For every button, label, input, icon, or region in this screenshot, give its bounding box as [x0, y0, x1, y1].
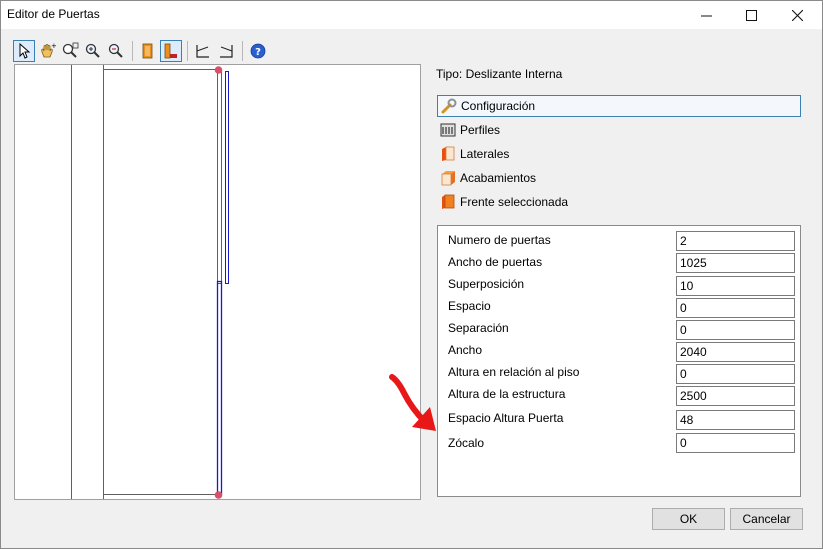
door-front-icon	[142, 43, 153, 59]
zoom-in-tool-button[interactable]	[82, 40, 104, 62]
superposicion-field[interactable]	[676, 276, 795, 296]
frame-left-tool-button[interactable]	[192, 40, 214, 62]
toolbar-separator	[187, 41, 188, 61]
cursor-arrow-icon	[19, 43, 31, 59]
zoom-window-icon	[62, 42, 79, 58]
wrench-icon	[440, 97, 458, 115]
window-title: Editor de Puertas	[7, 7, 100, 21]
bottom-marker-icon	[214, 491, 223, 499]
espacio-altura-puerta-field[interactable]	[676, 410, 795, 430]
view-front-tool-button[interactable]	[137, 40, 159, 62]
close-icon[interactable]	[775, 1, 820, 29]
zocalo-field[interactable]	[676, 433, 795, 453]
frame-right-tool-button[interactable]	[215, 40, 237, 62]
door-drawing-canvas[interactable]	[14, 64, 421, 500]
help-tool-button[interactable]: ?	[247, 40, 269, 62]
panel-item-configuracion[interactable]: Configuración	[437, 95, 801, 117]
property-label: Altura de la estructura	[448, 387, 566, 401]
panel-item-laterales[interactable]: Laterales	[437, 143, 801, 165]
svg-text:?: ?	[255, 47, 261, 58]
property-label: Zócalo	[448, 436, 485, 450]
property-label: Ancho	[448, 343, 483, 357]
ok-button[interactable]: OK	[652, 508, 725, 530]
titlebar: Editor de Puertas	[1, 1, 822, 29]
panel-item-label: Laterales	[460, 147, 510, 161]
side-panel-icon	[439, 145, 457, 163]
altura-estructura-field[interactable]	[676, 386, 795, 406]
profiles-icon	[439, 121, 457, 139]
door-section-icon	[164, 43, 177, 59]
numero-de-puertas-field[interactable]	[676, 231, 795, 251]
ancho-field[interactable]	[676, 342, 795, 362]
property-label: Ancho de puertas	[448, 255, 543, 269]
door-type-label: Tipo: Deslizante Interna	[436, 67, 563, 81]
finish-icon	[439, 169, 457, 187]
cancel-button[interactable]: Cancelar	[730, 508, 803, 530]
separacion-field[interactable]	[676, 320, 795, 340]
property-label: Superposición	[448, 277, 525, 291]
help-icon: ?	[250, 43, 266, 59]
panel-item-perfiles[interactable]: Perfiles	[437, 119, 801, 141]
annotation-arrow-icon	[389, 374, 436, 431]
panel-item-label: Acabamientos	[460, 171, 537, 185]
pan-tool-button[interactable]: +	[36, 40, 58, 62]
minimize-icon[interactable]	[684, 1, 729, 29]
property-label: Altura en relación al piso	[448, 365, 580, 379]
toolbar-separator	[242, 41, 243, 61]
zoom-out-tool-button[interactable]	[105, 40, 127, 62]
front-selected-icon	[439, 193, 457, 211]
door-drawing	[71, 65, 229, 499]
ancho-de-puertas-field[interactable]	[676, 253, 795, 273]
panel-item-acabamientos[interactable]: Acabamientos	[437, 167, 801, 189]
zoom-in-icon	[85, 43, 100, 58]
panel-item-label: Configuración	[461, 99, 536, 113]
property-label: Separación	[448, 321, 509, 335]
property-label: Espacio	[448, 299, 491, 313]
property-label: Espacio Altura Puerta	[448, 411, 564, 425]
hand-pan-icon: +	[41, 42, 56, 58]
properties-panel: Numero de puertas Ancho de puertas Super…	[437, 225, 801, 497]
toolbar-separator	[132, 41, 133, 61]
select-tool-button[interactable]	[13, 40, 35, 62]
door-editor-window: Editor de Puertas + ? Tipo: Deslizante I…	[0, 0, 823, 549]
espacio-field[interactable]	[676, 298, 795, 318]
zoom-window-tool-button[interactable]	[59, 40, 81, 62]
svg-text:+: +	[51, 42, 56, 50]
toolbar: + ?	[13, 38, 270, 64]
altura-piso-field[interactable]	[676, 364, 795, 384]
property-label: Numero de puertas	[448, 233, 551, 247]
panel-item-frente-seleccionada[interactable]: Frente seleccionada	[437, 191, 801, 213]
frame-left-icon	[196, 45, 209, 58]
maximize-icon[interactable]	[729, 1, 774, 29]
panel-item-label: Frente seleccionada	[460, 195, 569, 209]
view-section-tool-button[interactable]	[160, 40, 182, 62]
panel-item-label: Perfiles	[460, 123, 501, 137]
zoom-out-icon	[108, 43, 123, 58]
door-profile-guide	[225, 71, 229, 284]
door-profile-upper	[217, 69, 222, 284]
frame-right-icon	[220, 45, 233, 58]
top-marker-icon	[214, 66, 223, 74]
door-profile-lower	[216, 280, 223, 496]
